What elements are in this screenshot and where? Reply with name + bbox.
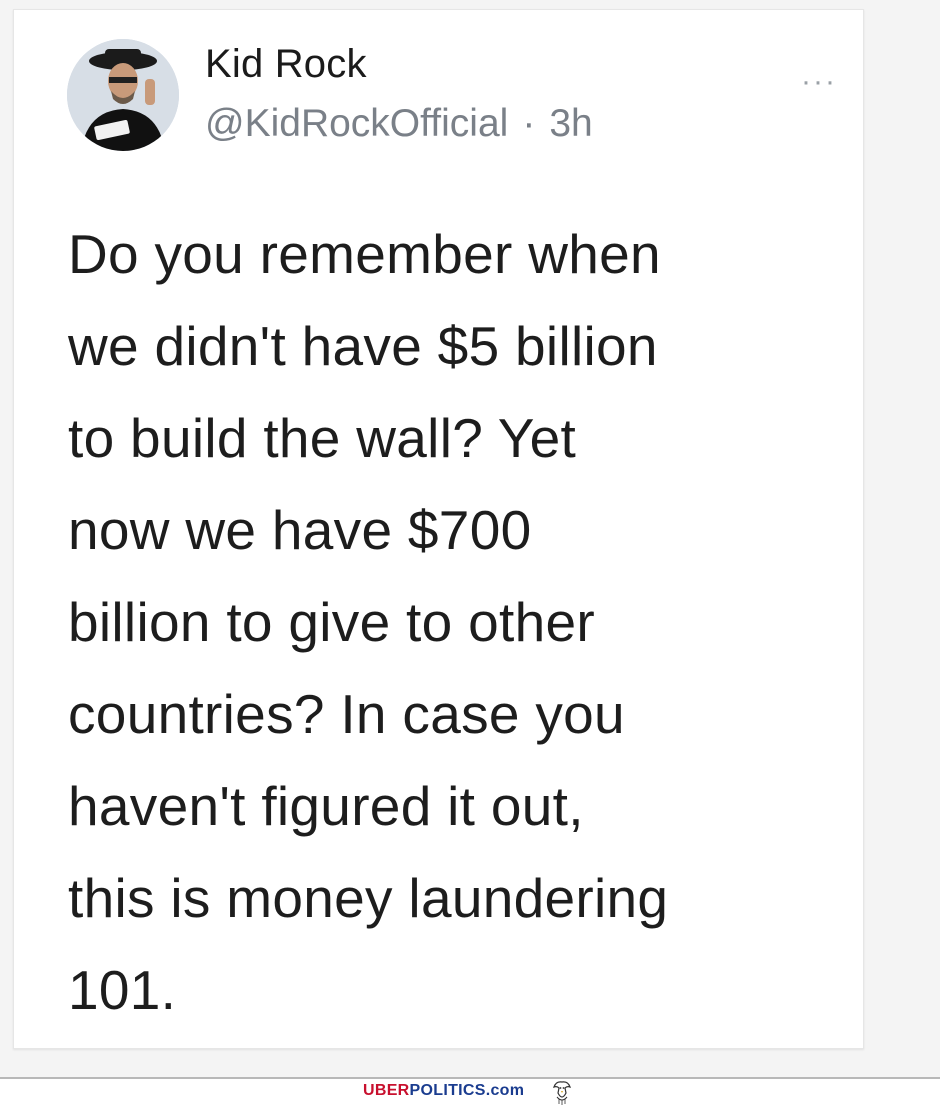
user-avatar-icon [67,39,179,151]
tweet-text-line: to build the wall? Yet [68,407,577,469]
separator-dot: · [522,102,536,145]
handle-row: @KidRockOfficial · 3h [205,102,593,146]
tweet-text-line: we didn't have $5 billion [68,315,658,377]
tweet-text: Do you remember when we didn't have $5 b… [68,208,848,1036]
watermark-footer: UBERPOLITICS.com [0,1079,940,1105]
more-options-button[interactable]: ··· [794,62,844,102]
more-options-icon: ··· [801,65,837,98]
tweet-text-line: now we have $700 [68,499,532,561]
tweet-text-line: billion to give to other [68,591,595,653]
avatar[interactable] [67,39,179,151]
tweet-text-line: haven't figured it out, [68,775,584,837]
user-handle[interactable]: @KidRockOfficial [205,102,508,145]
eagle-icon [553,1081,571,1105]
tweet-text-line: Do you remember when [68,223,661,285]
tweet-text-line: 101. [68,959,177,1021]
display-name[interactable]: Kid Rock [205,42,367,87]
tweet-text-line: this is money laundering [68,867,669,929]
tweet-card: Kid Rock @KidRockOfficial · 3h ··· Do you … [13,9,864,1049]
tweet-text-line: countries? In case you [68,683,625,745]
watermark-text[interactable]: UBERPOLITICS.com [363,1082,524,1100]
watermark-uber: UBER [363,1082,410,1099]
watermark-politics: POLITICS.com [409,1082,525,1099]
timestamp[interactable]: 3h [549,102,592,145]
page: Kid Rock @KidRockOfficial · 3h ··· Do you … [0,0,940,1105]
